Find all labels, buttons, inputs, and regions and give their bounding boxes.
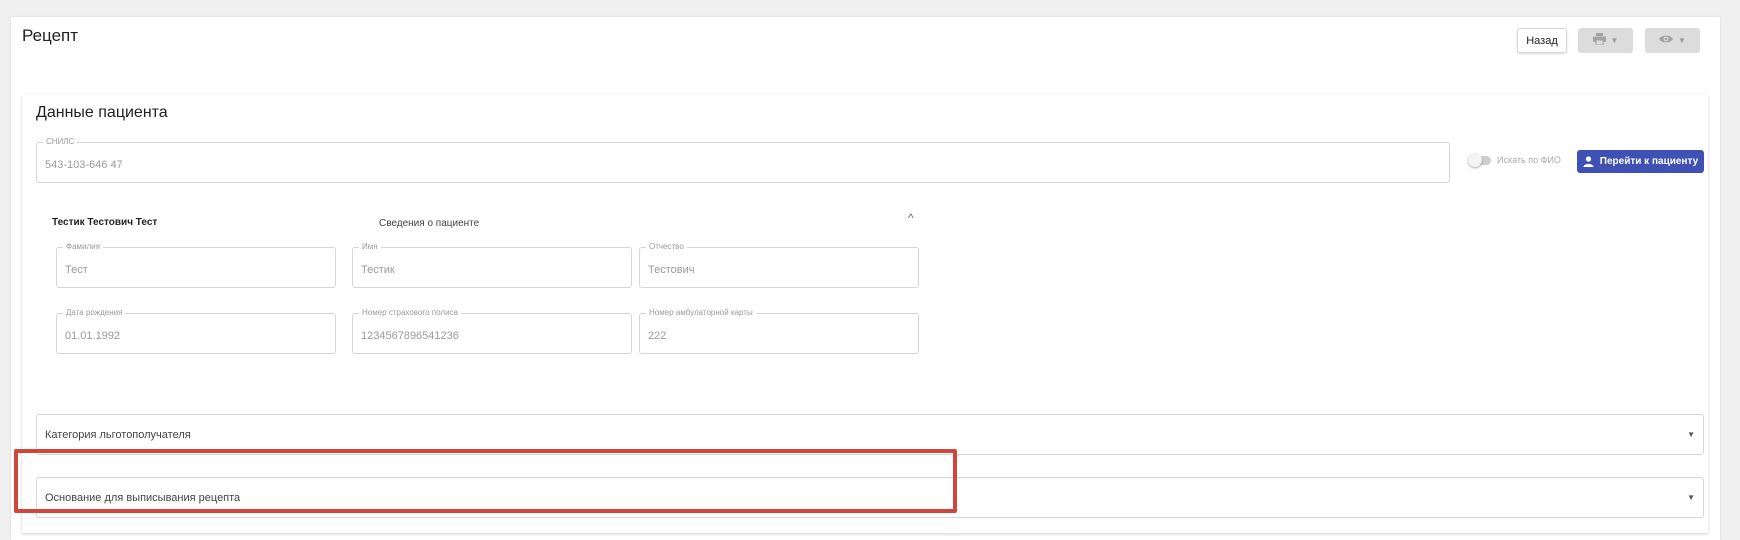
birth-date-value: 01.01.1992 xyxy=(65,330,121,342)
patient-info-label: Сведения о пациенте xyxy=(379,218,480,229)
first-name-label: Имя xyxy=(359,242,381,252)
middle-name-field[interactable]: Отчество Тестович xyxy=(639,242,919,288)
scrollbar[interactable] xyxy=(1728,0,1740,540)
patient-name: Тестик Тестович Тест xyxy=(52,217,158,228)
view-menu-button[interactable]: ▼ xyxy=(1645,28,1700,53)
middle-name-label: Отчество xyxy=(646,242,687,252)
snils-field[interactable]: СНИЛС 543-103-646 47 xyxy=(36,137,1450,183)
benefit-category-placeholder: Категория льготополучателя xyxy=(45,429,191,441)
last-name-label: Фамилия xyxy=(63,242,103,252)
dropdown-arrow-icon: ▼ xyxy=(1687,430,1695,439)
insurance-number-value: 1234567896541236 xyxy=(361,330,459,342)
insurance-number-field[interactable]: Номер страхового полиса 1234567896541236 xyxy=(352,308,632,354)
search-by-fio-toggle[interactable]: Искать по ФИО xyxy=(1468,152,1561,167)
dropdown-arrow-icon: ▼ xyxy=(1687,493,1695,502)
birth-date-label: Дата рождения xyxy=(63,308,126,318)
outpatient-card-field[interactable]: Номер амбулаторной карты 222 xyxy=(639,308,919,354)
chevron-up-icon[interactable]: ^ xyxy=(908,211,914,225)
back-button[interactable]: Назад xyxy=(1517,28,1567,53)
last-name-field[interactable]: Фамилия Тест xyxy=(56,242,336,288)
outpatient-card-value: 222 xyxy=(648,330,667,342)
caret-down-icon: ▼ xyxy=(1678,36,1686,45)
section-title: Данные пациента xyxy=(36,104,168,121)
birth-date-field[interactable]: Дата рождения 01.01.1992 xyxy=(56,308,336,354)
eye-icon xyxy=(1659,34,1674,47)
snils-label: СНИЛС xyxy=(43,137,78,147)
page-title: Рецепт xyxy=(22,26,79,45)
middle-name-value: Тестович xyxy=(648,264,695,276)
caret-down-icon: ▼ xyxy=(1610,36,1619,45)
toggle-switch[interactable] xyxy=(1468,152,1491,167)
insurance-number-label: Номер страхового полиса xyxy=(359,308,461,318)
snils-value: 543-103-646 47 xyxy=(45,159,123,171)
printer-icon xyxy=(1592,33,1606,48)
toggle-label: Искать по ФИО xyxy=(1497,155,1561,165)
goto-patient-label: Перейти к пациенту xyxy=(1599,156,1699,167)
print-menu-button[interactable]: ▼ xyxy=(1578,28,1633,53)
last-name-value: Тест xyxy=(65,264,88,276)
outpatient-card-label: Номер амбулаторной карты xyxy=(646,308,756,318)
goto-patient-button[interactable]: Перейти к пациенту xyxy=(1577,150,1704,173)
person-icon xyxy=(1583,156,1594,167)
first-name-value: Тестик xyxy=(361,264,395,276)
first-name-field[interactable]: Имя Тестик xyxy=(352,242,632,288)
highlight-annotation xyxy=(14,449,957,513)
